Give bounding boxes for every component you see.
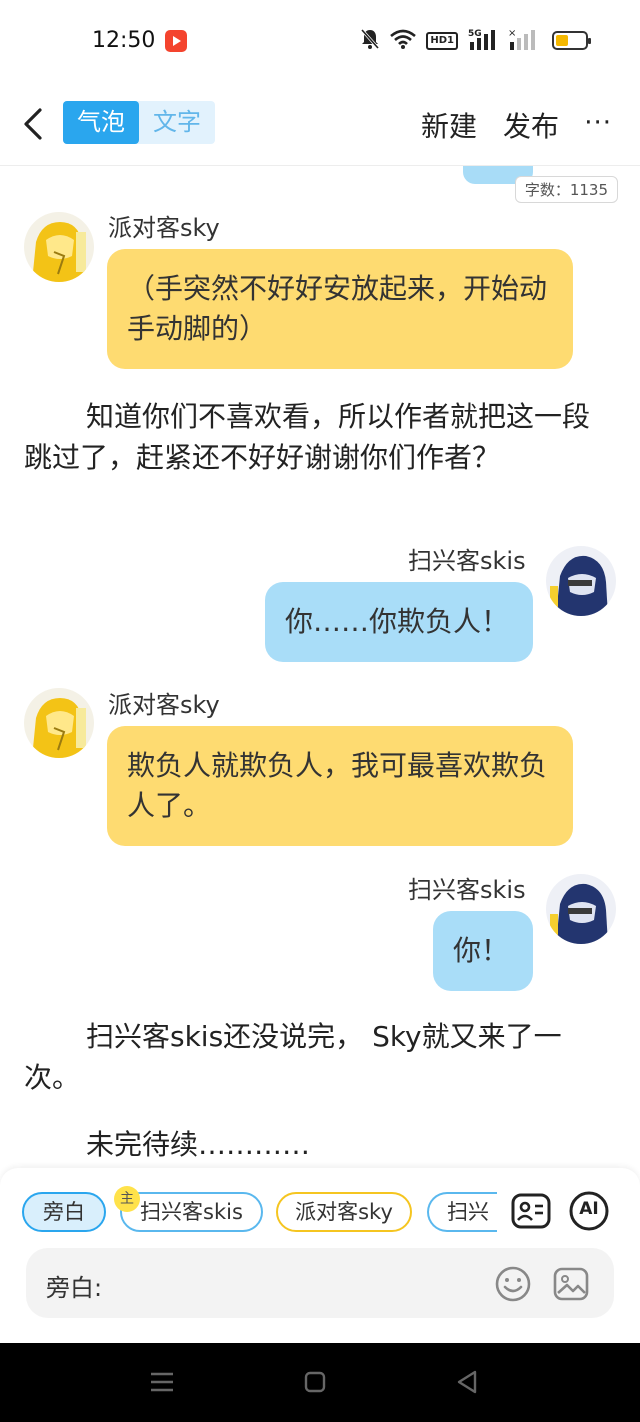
chat-bubble[interactable]: 你！ (433, 911, 533, 991)
menu-nav-icon[interactable] (150, 1371, 174, 1397)
contact-card-icon (511, 1193, 551, 1229)
avatar-skis[interactable] (546, 874, 616, 944)
avatar-sky[interactable] (24, 212, 94, 282)
editor-header: 气泡 文字 新建 发布 ··· (0, 82, 640, 166)
tab-text[interactable]: 文字 (139, 101, 215, 144)
battery-icon (552, 31, 591, 50)
image-button[interactable] (552, 1265, 590, 1307)
role-chip-narration[interactable]: 旁白 (22, 1192, 106, 1232)
mute-bell-icon (360, 28, 380, 54)
video-app-icon (165, 30, 187, 52)
chat-bubble[interactable]: 欺负人就欺负人，我可最喜欢欺负人了。 (107, 726, 573, 846)
message-input[interactable] (118, 1262, 498, 1304)
more-options-button[interactable]: ··· (584, 108, 612, 138)
signal-weak-icon: × (508, 28, 536, 54)
word-count-badge: 字数：1135 (514, 176, 618, 203)
role-card-button[interactable] (510, 1190, 552, 1232)
message-input-box: 旁白: (26, 1248, 614, 1318)
emoji-icon (495, 1266, 531, 1302)
system-nav-bar (0, 1343, 640, 1422)
home-nav-icon[interactable] (304, 1371, 326, 1397)
mode-tabs: 气泡 文字 (63, 101, 215, 144)
avatar-skis[interactable] (546, 546, 616, 616)
narration-text[interactable]: 扫兴客skis还没说完， Sky就又来了一次。 (24, 1016, 614, 1098)
emoji-button[interactable] (494, 1265, 532, 1307)
role-chip-skis-partial[interactable]: 扫兴 (427, 1192, 497, 1232)
narration-text[interactable]: 未完待续………… (24, 1124, 614, 1165)
avatar-sky[interactable] (24, 688, 94, 758)
role-chip-sky[interactable]: 派对客sky (276, 1192, 412, 1232)
hd-icon: HD1 (426, 32, 458, 50)
svg-text:×: × (508, 28, 516, 39)
status-icons: HD1 5G × (360, 28, 536, 54)
wifi-icon (390, 29, 417, 53)
back-button[interactable] (18, 106, 48, 142)
sender-name: 派对客sky (108, 691, 220, 719)
ai-label: AI (579, 1199, 599, 1219)
tab-bubble[interactable]: 气泡 (63, 101, 139, 144)
new-button[interactable]: 新建 (421, 105, 477, 145)
chevron-left-icon (24, 108, 42, 140)
input-role-label: 旁白: (46, 1274, 103, 1302)
status-time: 12:50 (92, 28, 156, 53)
publish-button[interactable]: 发布 (503, 105, 559, 145)
image-icon (553, 1267, 589, 1301)
owner-badge: 主 (114, 1186, 140, 1212)
chat-bubble[interactable]: （手突然不好好安放起来，开始动手动脚的） (107, 249, 573, 369)
sender-name: 派对客sky (108, 214, 220, 242)
narration-text[interactable]: 知道你们不喜欢看，所以作者就把这一段跳过了，赶紧还不好好谢谢你们作者？ (24, 396, 614, 478)
back-nav-icon[interactable] (456, 1370, 478, 1398)
sender-name: 扫兴客skis (408, 876, 526, 904)
chat-bubble[interactable]: 你……你欺负人！ (265, 582, 533, 662)
role-chip-skis[interactable]: 扫兴客skis (120, 1192, 263, 1232)
signal-5g-icon: 5G (468, 28, 498, 54)
status-bar: 12:50 HD1 5G × (0, 0, 640, 82)
ai-button[interactable]: AI (568, 1190, 610, 1232)
svg-text:5G: 5G (468, 29, 482, 39)
sender-name: 扫兴客skis (408, 547, 526, 575)
